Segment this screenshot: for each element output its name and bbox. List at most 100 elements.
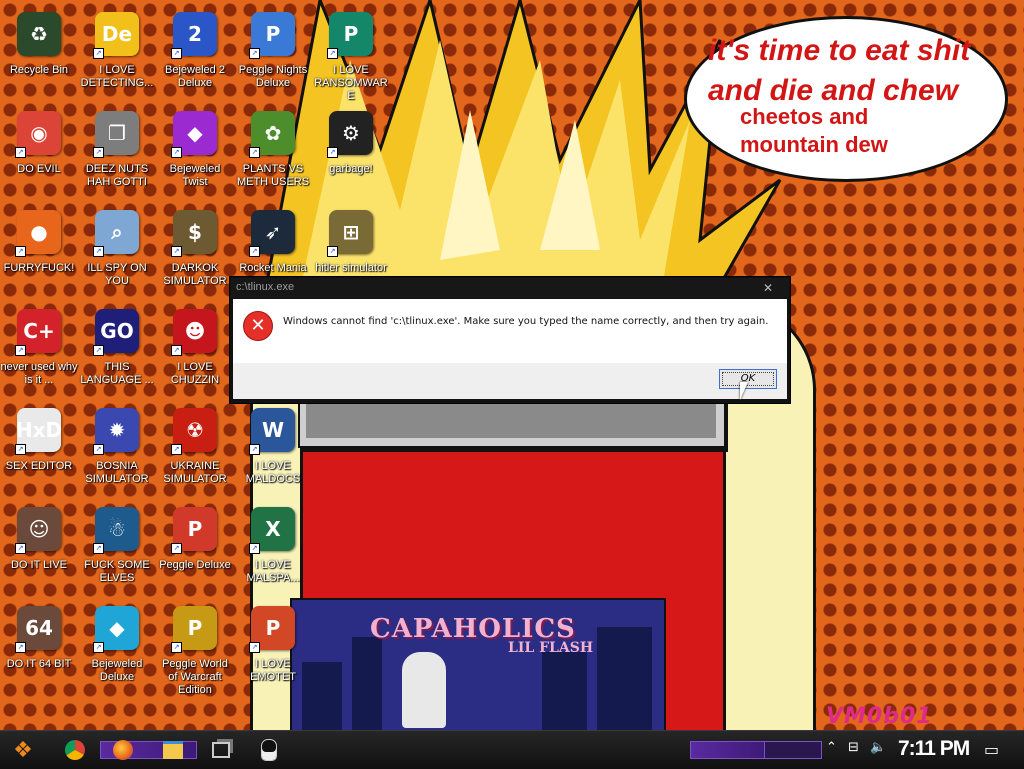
- shortcut-arrow-icon: ↗: [249, 543, 260, 554]
- start-button[interactable]: ❖: [6, 735, 40, 765]
- desktop-icon-label: I LOVE MALDOCS: [245, 460, 301, 485]
- folder-icon: [163, 741, 183, 759]
- error-icon: ✕: [243, 311, 273, 341]
- desktop-icon-label: Bejeweled Twist: [169, 163, 221, 188]
- desktop-icon-label: Peggle Nights Deluxe: [238, 64, 308, 89]
- speech-bubble-line-3: cheetos and: [740, 104, 869, 129]
- dialog-footer: OK: [233, 363, 787, 399]
- dialog-title-bar[interactable]: c:\tlinux.exe ✕: [231, 278, 789, 298]
- desktop-icon[interactable]: ◉ ↗ DO EVIL: [0, 107, 78, 203]
- desktop-icon-label: Peggle World of Warcraft Edition: [162, 658, 228, 696]
- taskbar-chrome[interactable]: [58, 735, 92, 765]
- shortcut-arrow-icon: ↗: [249, 642, 260, 653]
- dialog-message: Windows cannot find 'c:\tlinux.exe'. Mak…: [283, 316, 769, 327]
- desktop-icon-label: PLANTS VS METH USERS: [236, 163, 310, 188]
- desktop-icon[interactable]: P ↗ I LOVE EMOTET: [234, 602, 312, 698]
- desktop-icon-label: I LOVE MALSPA...: [246, 559, 300, 584]
- desktop-icon-label: Bejeweled Deluxe: [91, 658, 143, 683]
- desktop-icon[interactable]: ☢ ↗ UKRAINE SIMULATOR: [156, 404, 234, 500]
- shortcut-arrow-icon: ↗: [15, 642, 26, 653]
- desktop-icon-label: BOSNIA SIMULATOR: [85, 460, 149, 485]
- desktop-icon-label: I LOVE CHUZZIN: [170, 361, 220, 386]
- desktop-icon[interactable]: HxD ↗ SEX EDITOR: [0, 404, 78, 500]
- speech-bubble-line-2: and die and chew: [708, 74, 959, 107]
- desktop-icon-label: I LOVE RANSOMWARE: [314, 64, 388, 102]
- desktop-icon[interactable]: ☻ ↗ I LOVE CHUZZIN: [156, 305, 234, 401]
- network-icon[interactable]: ⊟: [848, 740, 859, 755]
- desktop-icon[interactable]: De ↗ I LOVE DETECTING...: [78, 8, 156, 104]
- mouse-cursor-icon: [740, 382, 756, 400]
- taskbar-firefox[interactable]: [106, 735, 140, 765]
- taskbar-stripe-right: [690, 741, 766, 759]
- desktop-icon[interactable]: ⌕ ↗ ILL SPY ON YOU: [78, 206, 156, 302]
- close-icon[interactable]: ✕: [755, 280, 781, 296]
- shortcut-arrow-icon: ↗: [171, 147, 182, 158]
- shortcut-arrow-icon: ↗: [171, 345, 182, 356]
- task-view-button[interactable]: [204, 735, 238, 765]
- shortcut-arrow-icon: ↗: [93, 642, 104, 653]
- desktop-icon-label: DO IT LIVE: [10, 559, 68, 571]
- shortcut-arrow-icon: ↗: [171, 246, 182, 257]
- desktop-icon[interactable]: GO ↗ THIS LANGUAGE ...: [78, 305, 156, 401]
- shortcut-arrow-icon: ↗: [327, 147, 338, 158]
- desktop-icon-label: Recycle Bin: [9, 64, 69, 76]
- recycle-bin-icon: ♻: [17, 12, 61, 56]
- taskbar-explorer[interactable]: [156, 735, 190, 765]
- desktop-icon[interactable]: C+ ↗ never used why is it ...: [0, 305, 78, 401]
- desktop-icon[interactable]: X ↗ I LOVE MALSPA...: [234, 503, 312, 599]
- shortcut-arrow-icon: ↗: [93, 48, 104, 59]
- desktop-icon[interactable]: P ↗ Peggle Deluxe: [156, 503, 234, 599]
- notification-icon[interactable]: ▭: [984, 740, 999, 759]
- desktop-icon[interactable]: ✿ ↗ PLANTS VS METH USERS: [234, 107, 312, 203]
- shortcut-arrow-icon: ↗: [93, 147, 104, 158]
- desktop-icon[interactable]: ◆ ↗ Bejeweled Deluxe: [78, 602, 156, 698]
- desktop-icon[interactable]: ☃ ↗ FUCK SOME ELVES: [78, 503, 156, 599]
- desktop-icon[interactable]: 64 ↗ DO IT 64 BIT: [0, 602, 78, 698]
- taskbar: ❖ ⌃ ⊟ 🔈 7:11 PM ▭: [0, 730, 1024, 769]
- tray-overflow-icon[interactable]: ⌃: [826, 740, 837, 755]
- taskbar-clock[interactable]: 7:11 PM: [898, 737, 970, 761]
- desktop-icon-label: Peggle Deluxe: [159, 559, 231, 571]
- desktop-icon[interactable]: ◆ ↗ Bejeweled Twist: [156, 107, 234, 203]
- desktop-icon-label: Rocket Mania: [239, 262, 307, 274]
- desktop-icon-label: THIS LANGUAGE ...: [80, 361, 154, 386]
- desktop-icon[interactable]: ✹ ↗ BOSNIA SIMULATOR: [78, 404, 156, 500]
- desktop-icon-label: Bejeweled 2 Deluxe: [165, 64, 225, 89]
- desktop-icon[interactable]: $ ↗ DARKOK SIMULATOR: [156, 206, 234, 302]
- shortcut-arrow-icon: ↗: [249, 48, 260, 59]
- firefox-icon: [113, 740, 133, 760]
- album-figure: [402, 652, 446, 728]
- tux-icon: [261, 739, 277, 761]
- desktop-icon[interactable]: 2 ↗ Bejeweled 2 Deluxe: [156, 8, 234, 104]
- shortcut-arrow-icon: ↗: [249, 444, 260, 455]
- speech-bubble-line-1: it's time to eat shit: [708, 34, 971, 67]
- desktop-icon[interactable]: ❐ ↗ DEEZ NUTS HAH GOTTI: [78, 107, 156, 203]
- volume-icon[interactable]: 🔈: [870, 740, 886, 755]
- shortcut-arrow-icon: ↗: [93, 246, 104, 257]
- task-view-icon: [212, 742, 230, 758]
- shortcut-arrow-icon: ↗: [171, 642, 182, 653]
- shortcut-arrow-icon: ↗: [327, 48, 338, 59]
- shortcut-arrow-icon: ↗: [15, 444, 26, 455]
- desktop-icon[interactable]: ♻ Recycle Bin: [0, 8, 78, 104]
- desktop-icon-label: SEX EDITOR: [5, 460, 73, 472]
- desktop-icon[interactable]: ⚙ ↗ garbage!: [312, 107, 390, 203]
- speech-bubble-line-4: mountain dew: [740, 132, 888, 157]
- start-icon: ❖: [13, 737, 33, 763]
- desktop-icon[interactable]: ☺ ↗ DO IT LIVE: [0, 503, 78, 599]
- taskbar-stripe-far-right: [764, 741, 822, 759]
- desktop-icon[interactable]: ● ↗ FURRYFUCK!: [0, 206, 78, 302]
- desktop-icon[interactable]: P ↗ Peggle World of Warcraft Edition: [156, 602, 234, 698]
- desktop-icon-label: FUCK SOME ELVES: [84, 559, 150, 584]
- desktop-icon-label: I LOVE DETECTING...: [80, 64, 154, 89]
- shortcut-arrow-icon: ↗: [15, 543, 26, 554]
- taskbar-linux[interactable]: [252, 735, 286, 765]
- desktop-icon-label: never used why is it ...: [0, 361, 78, 386]
- desktop-icon[interactable]: P ↗ I LOVE RANSOMWARE: [312, 8, 390, 104]
- shortcut-arrow-icon: ↗: [171, 543, 182, 554]
- shortcut-arrow-icon: ↗: [327, 246, 338, 257]
- desktop-icon[interactable]: P ↗ Peggle Nights Deluxe: [234, 8, 312, 104]
- shortcut-arrow-icon: ↗: [93, 345, 104, 356]
- shortcut-arrow-icon: ↗: [171, 48, 182, 59]
- error-dialog: c:\tlinux.exe ✕ ✕ Windows cannot find 'c…: [229, 276, 791, 404]
